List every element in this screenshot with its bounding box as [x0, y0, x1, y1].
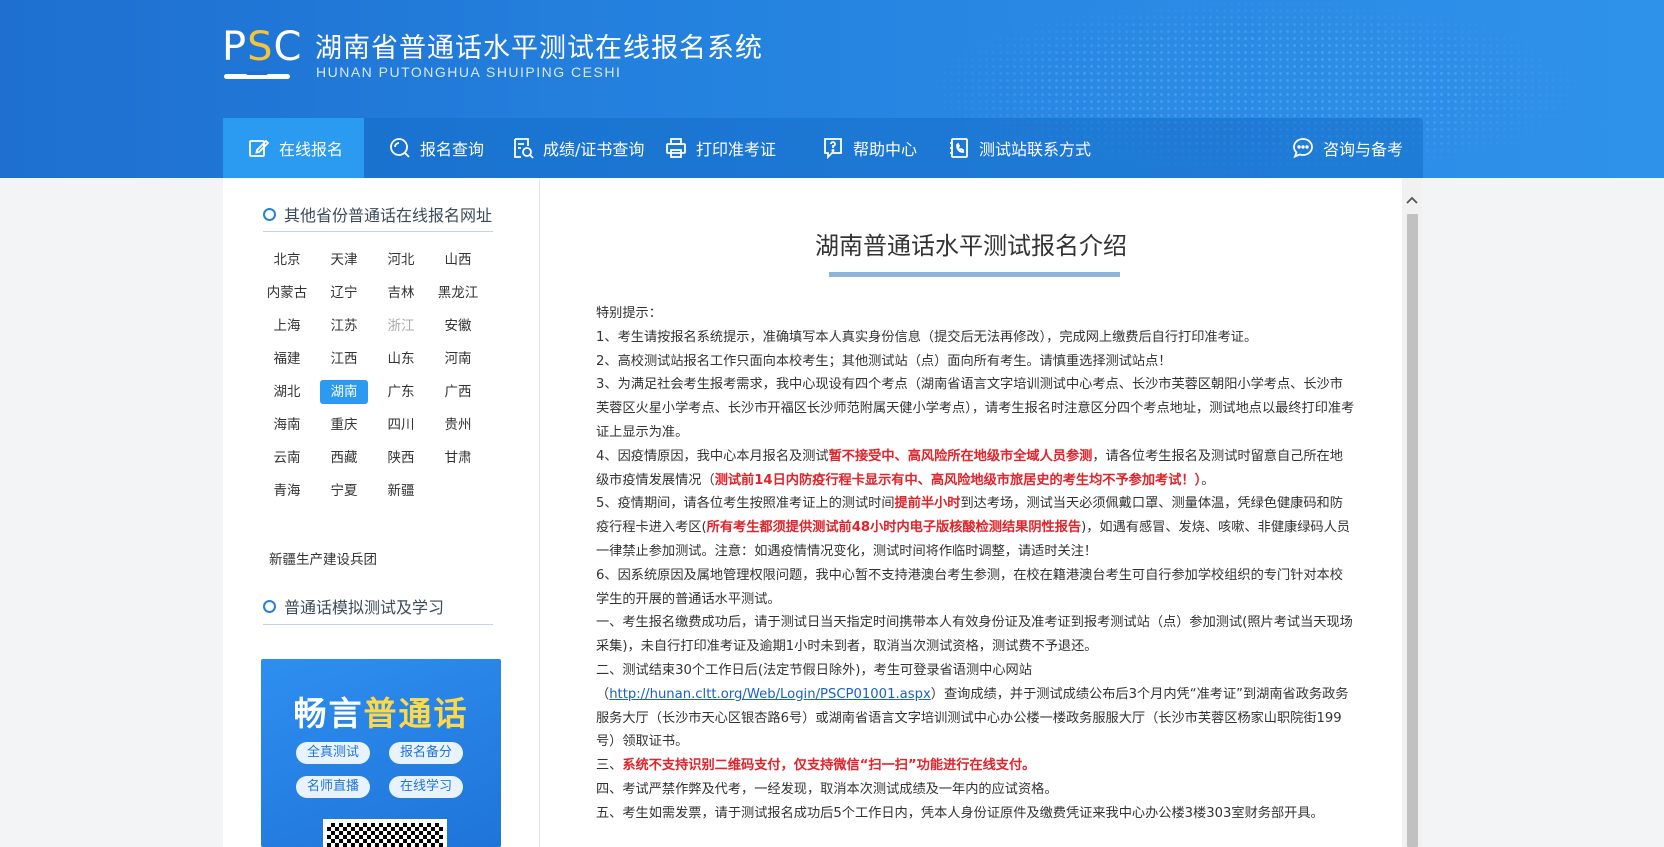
scroll-up-arrow-icon[interactable] — [1402, 190, 1422, 210]
circle-bullet-icon — [263, 599, 276, 613]
province-item[interactable]: 重庆 — [320, 413, 368, 437]
certificate-search-icon — [514, 138, 534, 159]
notice-item-4: 4、因疫情原因，我中心本月报名及测试暂不接受中、高风险所在地级市全域人员参测，请… — [596, 448, 1343, 488]
page-title: 湖南普通话水平测试报名介绍 — [815, 232, 1127, 260]
section-title-text: 其他省份普通话在线报名网址 — [284, 206, 493, 225]
province-item[interactable]: 天津 — [320, 248, 368, 272]
nav-register-query[interactable]: 报名查询 — [388, 118, 484, 178]
promo-title: 畅言普通话 — [293, 694, 469, 733]
nav-label: 报名查询 — [420, 140, 485, 159]
edit-icon — [249, 139, 270, 157]
printer-icon — [666, 138, 686, 158]
province-item[interactable]: 青海 — [263, 479, 311, 503]
study-section-title: 普通话模拟测试及学习 — [263, 594, 444, 618]
section-divider — [263, 231, 493, 232]
nav-label: 成绩/证书查询 — [543, 140, 645, 159]
circle-bullet-icon — [263, 207, 276, 221]
notice-item-6: 6、因系统原因及属地管理权限问题，我中心暂不支持港澳台考生参测，在校在籍港澳台考… — [596, 567, 1343, 607]
qr-code — [323, 819, 447, 847]
province-item[interactable]: 上海 — [263, 314, 311, 338]
notice-item-3: 3、为满足社会考生报考需求，我中心现设有四个考点（湖南省语言文字培训测试中心考点… — [596, 377, 1355, 440]
province-item[interactable]: 安徽 — [434, 314, 482, 338]
nav-online-register[interactable]: 在线报名 — [223, 118, 364, 178]
promo-pill-score[interactable]: 报名备分 — [389, 742, 463, 764]
rule-item-1: 一、考生报名缴费成功后，请于测试日当天指定时间携带本人有效身份证及准考证到报考测… — [596, 615, 1353, 655]
province-item[interactable]: 广西 — [434, 380, 482, 404]
province-item[interactable]: 吉林 — [377, 281, 425, 305]
province-item[interactable]: 四川 — [377, 413, 425, 437]
province-item[interactable]: 新疆 — [377, 479, 425, 503]
nav-score-query[interactable]: 成绩/证书查询 — [511, 118, 644, 178]
province-item[interactable]: 广东 — [377, 380, 425, 404]
section-divider — [263, 624, 493, 625]
province-item[interactable]: 甘肃 — [434, 446, 482, 470]
nav-label: 咨询与备考 — [1323, 140, 1404, 159]
notice-item-2: 2、高校测试站报名工作只面向本校考生；其他测试站（点）面向所有考生。请慎重选择测… — [596, 353, 1172, 369]
nav-label: 在线报名 — [279, 140, 344, 159]
article-body: 特别提示： 1、考生请按报名系统提示，准确填写本人真实身份信息（提交后无法再修改… — [596, 302, 1356, 826]
logo-text: PSC — [222, 24, 303, 70]
promo-pill-online-study[interactable]: 在线学习 — [389, 776, 463, 798]
province-item[interactable]: 江苏 — [320, 314, 368, 338]
sidebar: 其他省份普通话在线报名网址 北京 天津 河北 山西内蒙古 辽宁 吉林 黑龙江上海 江苏 浙江 安徽… — [223, 178, 540, 847]
section-title-text: 普通话模拟测试及学习 — [284, 598, 445, 617]
notice-intro: 特别提示： — [596, 306, 662, 321]
chat-icon — [1293, 138, 1313, 159]
rule-item-5: 五、考生如需发票，请于测试报名成功后5个工作日内，凭本人身份证原件及缴费凭证来我… — [596, 805, 1324, 821]
province-item[interactable]: 河南 — [434, 347, 482, 371]
province-item[interactable]: 辽宁 — [320, 281, 368, 305]
nav-consult-prepare[interactable]: 咨询与备考 — [1291, 118, 1403, 178]
province-item[interactable]: 山西 — [434, 248, 482, 272]
nav-label: 打印准考证 — [696, 140, 777, 159]
psc-logo[interactable]: PSC — [222, 24, 301, 80]
province-item[interactable]: 河北 — [377, 248, 425, 272]
province-item[interactable]: 湖南 — [320, 380, 368, 404]
province-item[interactable]: 北京 — [263, 248, 311, 272]
rule-item-2: 二、测试结束30个工作日后(法定节假日除外)，考生可登录省语测中心网站（http… — [596, 662, 1349, 750]
notice-item-1: 1、考生请按报名系统提示，准确填写本人真实身份信息（提交后无法再修改），完成网上… — [596, 329, 1258, 345]
rule-item-3: 三、系统不支持识别二维码支付，仅支持微信“扫一扫”功能进行在线支付。 — [596, 758, 1036, 774]
province-item[interactable]: 宁夏 — [320, 479, 368, 503]
changyan-promo-banner[interactable]: 畅言普通话 全真测试 报名备分 名师直播 在线学习 — [261, 659, 501, 847]
main-content: 湖南普通话水平测试报名介绍 特别提示： 1、考生请按报名系统提示，准确填写本人真… — [540, 178, 1402, 847]
site-title: 湖南省普通话水平测试在线报名系统 — [315, 33, 763, 64]
nav-station-contacts[interactable]: 测试站联系方式 — [947, 118, 1091, 178]
province-item[interactable]: 湖北 — [263, 380, 311, 404]
province-item[interactable]: 福建 — [263, 347, 311, 371]
notice-item-5: 5、疫情期间，请各位考生按照准考证上的测试时间提前半小时到达考场，测试当天必须佩… — [596, 496, 1350, 559]
province-item[interactable]: 黑龙江 — [434, 281, 482, 305]
province-item[interactable]: 江西 — [320, 347, 368, 371]
phone-book-icon — [950, 138, 968, 158]
province-item[interactable]: 内蒙古 — [263, 281, 311, 305]
logo-bar-accent — [246, 71, 268, 75]
provinces-section-title: 其他省份普通话在线报名网址 — [263, 202, 492, 226]
province-item[interactable]: 浙江 — [377, 314, 425, 338]
help-icon — [824, 138, 842, 160]
main-nav: 在线报名 报名查询 成绩/证书查询 打印准考证 帮助中心 测试站联系方式 咨询与… — [223, 118, 1423, 178]
scrollbar-thumb[interactable] — [1407, 214, 1418, 847]
promo-pill-full-test[interactable]: 全真测试 — [296, 742, 370, 764]
site-subtitle: HUNAN PUTONGHUA SHUIPING CESHI — [316, 64, 622, 80]
nav-help-center[interactable]: 帮助中心 — [821, 118, 917, 178]
search-icon — [390, 138, 410, 158]
promo-pill-live[interactable]: 名师直播 — [296, 776, 370, 798]
nav-print-ticket[interactable]: 打印准考证 — [664, 118, 776, 178]
province-item[interactable]: 贵州 — [434, 413, 482, 437]
title-underline — [829, 272, 1120, 277]
province-item[interactable]: 西藏 — [320, 446, 368, 470]
nav-label: 测试站联系方式 — [979, 140, 1092, 159]
province-item[interactable]: 陕西 — [377, 446, 425, 470]
province-item[interactable]: 云南 — [263, 446, 311, 470]
province-item[interactable]: 山东 — [377, 347, 425, 371]
nav-label: 帮助中心 — [853, 140, 918, 159]
rule-item-4: 四、考试严禁作弊及代考，一经发现，取消本次测试成绩及一年内的应试资格。 — [596, 781, 1058, 797]
header: PSC 湖南省普通话水平测试在线报名系统 HUNAN PUTONGHUA SHU… — [0, 0, 1664, 178]
score-query-link[interactable]: http://hunan.cltt.org/Web/Login/PSCP0100… — [609, 687, 931, 702]
province-bingtuan[interactable]: 新疆生产建设兵团 — [269, 548, 377, 568]
province-item[interactable]: 海南 — [263, 413, 311, 437]
